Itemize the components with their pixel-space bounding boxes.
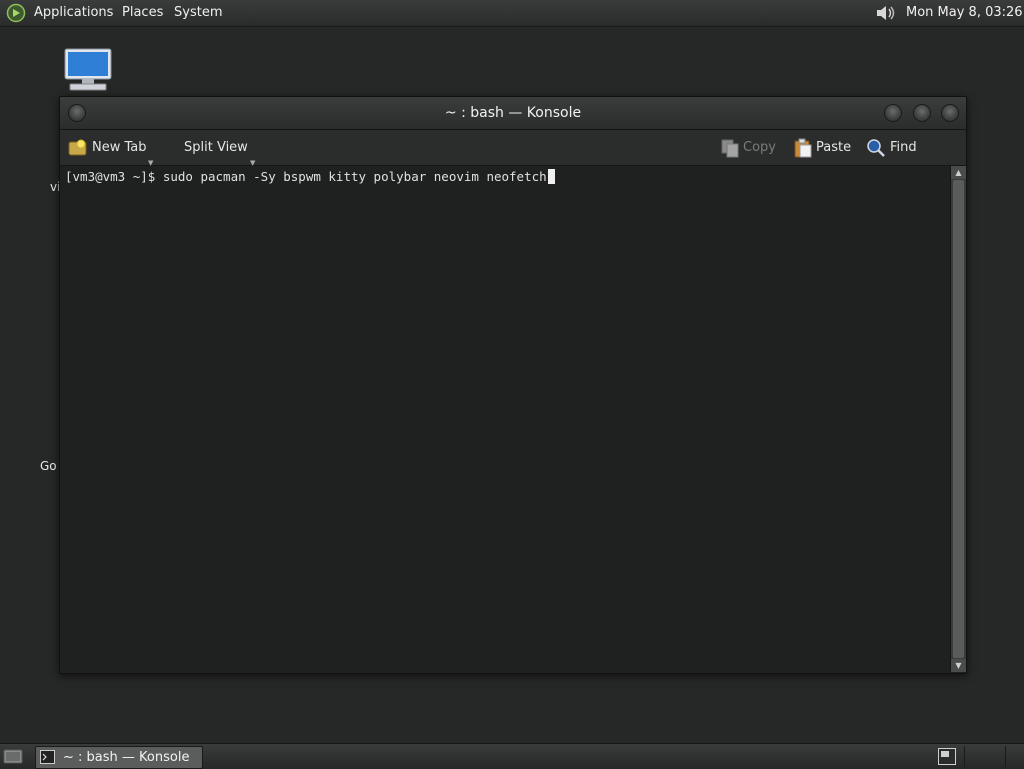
- terminal-icon: [40, 750, 55, 764]
- copy-icon: [721, 139, 739, 158]
- typed-command: sudo pacman -Sy bspwm kitty polybar neov…: [162, 169, 547, 184]
- text-cursor: [547, 169, 555, 184]
- scrollbar-thumb[interactable]: [953, 180, 964, 658]
- new-tab-button[interactable]: New Tab ▼: [68, 130, 160, 167]
- find-button[interactable]: Find: [866, 130, 922, 165]
- window-titlebar[interactable]: ~ : bash — Konsole: [60, 97, 966, 130]
- paste-button[interactable]: Paste: [793, 130, 855, 165]
- find-label: Find: [890, 140, 917, 155]
- taskbar-item-konsole[interactable]: ~ : bash — Konsole: [35, 746, 203, 769]
- copy-button[interactable]: Copy: [720, 130, 780, 165]
- new-tab-label: New Tab: [92, 140, 147, 155]
- window-title: ~ : bash — Konsole: [444, 105, 582, 121]
- clock[interactable]: Mon May 8, 03:26: [906, 0, 1023, 26]
- paste-icon: [794, 138, 812, 158]
- konsole-window: ~ : bash — Konsole New Tab ▼ Split View …: [59, 96, 967, 674]
- split-view-button[interactable]: Split View ▼: [184, 130, 260, 167]
- scroll-up-icon[interactable]: ▲: [951, 166, 966, 179]
- terminal-line: [vm3@vm3 ~]$ sudo pacman -Sy bspwm kitty…: [65, 169, 555, 184]
- maximize-button[interactable]: [913, 104, 931, 122]
- computer-icon[interactable]: [62, 47, 114, 93]
- taskbar-item-label: ~ : bash — Konsole: [63, 750, 190, 765]
- terminal-area[interactable]: [vm3@vm3 ~]$ sudo pacman -Sy bspwm kitty…: [60, 166, 950, 672]
- volume-icon[interactable]: [874, 3, 898, 23]
- minimize-button[interactable]: [884, 104, 902, 122]
- desktop-icon-label-partial[interactable]: Go: [40, 459, 57, 473]
- toolbar: New Tab ▼ Split View ▼ Copy Paste Find: [60, 130, 966, 167]
- places-menu[interactable]: Places: [122, 0, 163, 26]
- magnifier-icon: [867, 139, 885, 157]
- show-desktop-icon[interactable]: [3, 748, 23, 765]
- new-tab-icon: [68, 139, 87, 156]
- system-menu[interactable]: System: [174, 0, 222, 26]
- scroll-down-icon[interactable]: ▼: [951, 659, 966, 672]
- top-panel: Applications Places System Mon May 8, 03…: [0, 0, 1024, 27]
- copy-label: Copy: [743, 140, 776, 155]
- applications-menu[interactable]: Applications: [34, 0, 113, 26]
- bottom-taskbar: ~ : bash — Konsole: [0, 743, 1024, 769]
- vertical-scrollbar[interactable]: ▲ ▼: [950, 166, 966, 672]
- paste-label: Paste: [816, 140, 852, 155]
- shell-prompt: [vm3@vm3 ~]$: [65, 169, 163, 184]
- workspace-divider: [1005, 746, 1006, 767]
- workspace-switcher-icon[interactable]: [938, 748, 956, 765]
- split-view-label: Split View: [184, 140, 248, 155]
- distro-logo-icon[interactable]: [6, 3, 26, 23]
- close-button[interactable]: [941, 104, 959, 122]
- workspace-divider: [964, 746, 965, 767]
